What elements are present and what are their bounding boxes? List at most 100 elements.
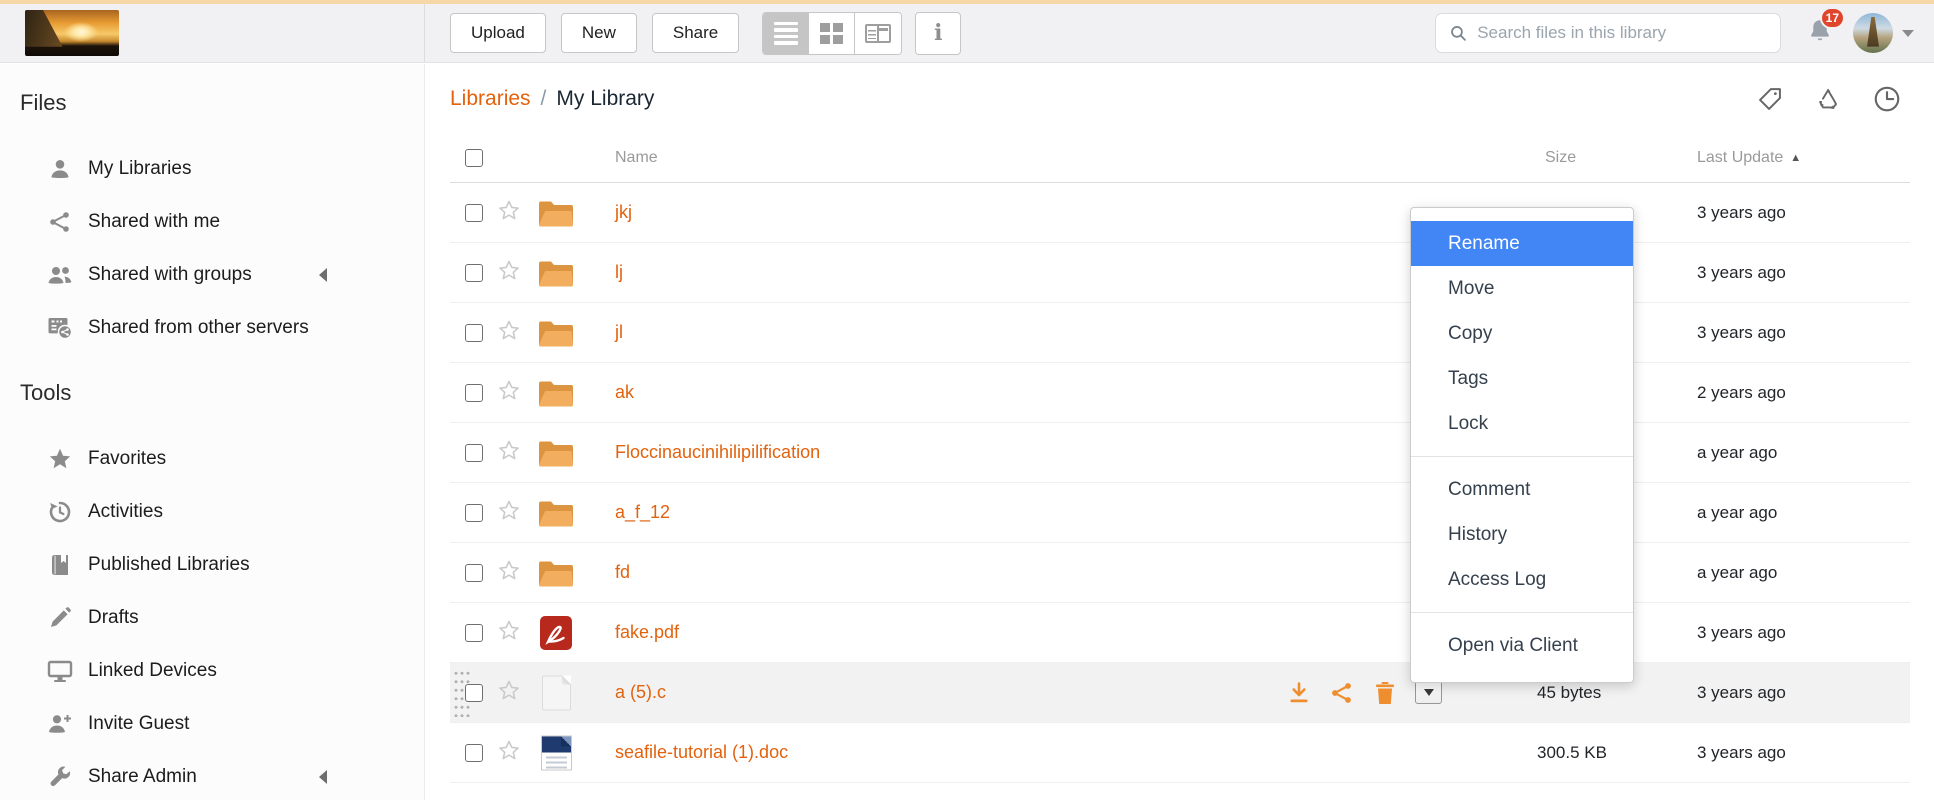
favorite-star-icon[interactable] [497,259,521,287]
folder-icon [538,498,574,527]
menu-divider [1411,612,1633,613]
delete-icon[interactable] [1372,681,1398,705]
select-all-checkbox[interactable] [465,149,483,167]
file-name-link[interactable]: ak [615,382,634,403]
file-row[interactable]: a (5).c45 bytes3 years ago [450,663,1910,723]
favorite-star-icon[interactable] [497,499,521,527]
share-button[interactable]: Share [652,13,739,53]
menu-item-move[interactable]: Move [1411,266,1633,311]
file-list-body: jkj3 years agolj3 years agojl3 years ago… [450,183,1910,783]
sidebar-item-favorites[interactable]: Favorites [0,432,424,485]
favorite-star-icon[interactable] [497,679,521,707]
sidebar-item-published-libraries[interactable]: Published Libraries [0,538,424,591]
row-checkbox[interactable] [465,444,483,462]
sidebar-item-shared-with-me[interactable]: Shared with me [0,195,424,248]
file-row[interactable]: ak2 years ago [450,363,1910,423]
menu-item-comment[interactable]: Comment [1411,467,1633,512]
breadcrumb: Libraries / My Library [450,87,654,111]
file-name-link[interactable]: a_f_12 [615,502,670,523]
share-icon[interactable] [1329,681,1355,705]
menu-item-lock[interactable]: Lock [1411,401,1633,446]
menu-item-rename[interactable]: Rename [1411,221,1633,266]
detail-view-button[interactable] [855,13,901,54]
row-checkbox[interactable] [465,624,483,642]
sidebar-item-shared-with-groups[interactable]: Shared with groups [0,248,424,301]
favorite-star-icon[interactable] [497,439,521,467]
row-checkbox[interactable] [465,684,483,702]
file-name-link[interactable]: fd [615,562,630,583]
file-row[interactable]: seafile-tutorial (1).doc300.5 KB3 years … [450,723,1910,783]
tags-icon[interactable] [1756,85,1784,113]
sidebar-item-activities[interactable]: Activities [0,485,424,538]
info-button[interactable]: i [915,12,961,55]
account-menu-caret-icon[interactable] [1902,30,1914,37]
file-row[interactable]: jl3 years ago [450,303,1910,363]
row-checkbox[interactable] [465,504,483,522]
user-avatar[interactable] [1853,13,1893,53]
notifications-button[interactable]: 17 [1807,17,1833,49]
history-clock-icon [46,500,74,524]
more-actions-dropdown[interactable] [1415,681,1442,704]
file-name-link[interactable]: lj [615,262,623,283]
row-checkbox[interactable] [465,324,483,342]
new-button[interactable]: New [561,13,637,53]
file-name-link[interactable]: jl [615,322,623,343]
file-row[interactable]: jkj3 years ago [450,183,1910,243]
row-checkbox[interactable] [465,204,483,222]
favorite-star-icon[interactable] [497,319,521,347]
collapse-caret-icon[interactable] [319,770,327,784]
column-header-size[interactable]: Size [1545,149,1576,167]
sidebar-item-label: Activities [88,501,163,523]
menu-item-access-log[interactable]: Access Log [1411,557,1633,602]
site-logo[interactable] [25,10,119,56]
collapse-caret-icon[interactable] [319,268,327,282]
file-name-link[interactable]: a (5).c [615,682,666,703]
list-view-button[interactable] [763,13,809,54]
file-row[interactable]: Floccinaucinihilipilificationa year ago [450,423,1910,483]
file-name-link[interactable]: seafile-tutorial (1).doc [615,742,788,763]
file-name-link[interactable]: fake.pdf [615,622,679,643]
sidebar-item-linked-devices[interactable]: Linked Devices [0,644,424,697]
sidebar-item-shared-from-other-servers[interactable]: Shared from other servers [0,301,424,354]
sidebar-item-invite-guest[interactable]: Invite Guest [0,697,424,750]
column-header-last-update[interactable]: Last Update ▲ [1697,149,1801,167]
favorite-star-icon[interactable] [497,379,521,407]
file-row[interactable]: a_f_12a year ago [450,483,1910,543]
file-row[interactable]: fake.pdf 3 years ago [450,603,1910,663]
row-checkbox[interactable] [465,384,483,402]
menu-divider [1411,456,1633,457]
file-name-link[interactable]: jkj [615,202,632,223]
library-tools [1756,84,1910,114]
file-row[interactable]: lj3 years ago [450,243,1910,303]
breadcrumb-libraries-link[interactable]: Libraries [450,87,531,111]
file-last-update: 3 years ago [1697,623,1786,643]
recycle-icon[interactable] [1814,85,1842,113]
menu-item-copy[interactable]: Copy [1411,311,1633,356]
column-header-name[interactable]: Name [615,149,658,167]
row-checkbox[interactable] [465,564,483,582]
sidebar-item-label: Drafts [88,607,139,629]
search-icon [1449,23,1467,43]
search-input[interactable] [1477,23,1767,43]
sidebar-item-share-admin[interactable]: Share Admin [0,750,424,800]
sidebar-item-drafts[interactable]: Drafts [0,591,424,644]
menu-item-open-via-client[interactable]: Open via Client [1411,623,1633,668]
sidebar-section-tools: Tools [20,380,424,406]
sidebar-item-my-libraries[interactable]: My Libraries [0,142,424,195]
row-checkbox[interactable] [465,744,483,762]
row-checkbox[interactable] [465,264,483,282]
favorite-star-icon[interactable] [497,199,521,227]
favorite-star-icon[interactable] [497,559,521,587]
upload-button[interactable]: Upload [450,13,546,53]
menu-item-history[interactable]: History [1411,512,1633,557]
favorite-star-icon[interactable] [497,739,521,767]
file-name-link[interactable]: Floccinaucinihilipilification [615,442,820,463]
file-row[interactable]: fda year ago [450,543,1910,603]
file-size: 300.5 KB [1537,743,1607,763]
history-icon[interactable] [1872,84,1902,114]
menu-item-tags[interactable]: Tags [1411,356,1633,401]
download-icon[interactable] [1286,681,1312,705]
favorite-star-icon[interactable] [497,619,521,647]
sidebar-item-label: Invite Guest [88,713,189,735]
grid-view-button[interactable] [809,13,855,54]
